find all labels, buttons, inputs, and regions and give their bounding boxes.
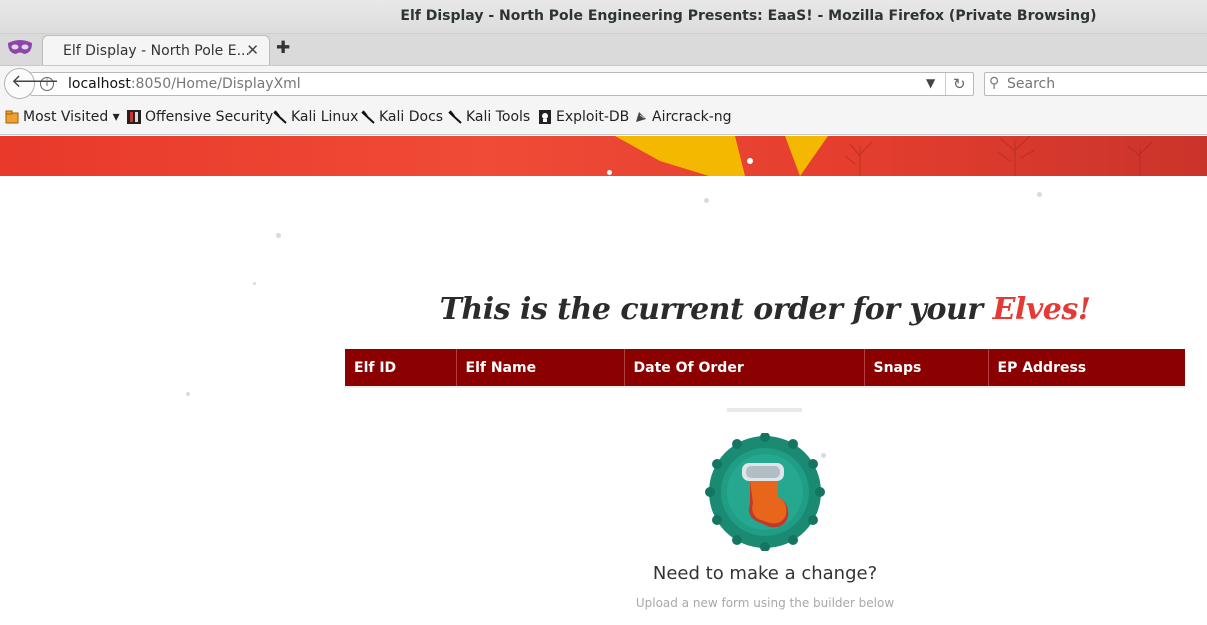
bookmark-exploit-db[interactable]: Exploit-DB	[538, 109, 629, 125]
stocking-wreath-icon	[705, 433, 825, 551]
kali-icon	[361, 110, 375, 124]
bookmark-label: Offensive Security	[145, 109, 274, 125]
reload-icon[interactable]: ↻	[953, 75, 966, 93]
search-input[interactable]	[1007, 76, 1207, 92]
bookmark-offensive-security[interactable]: Offensive Security	[127, 109, 273, 125]
change-subtext: Upload a new form using the builder belo…	[635, 596, 895, 610]
url-separator	[945, 73, 946, 95]
bookmark-label: Kali Tools	[466, 109, 531, 125]
kali-icon	[273, 110, 287, 124]
snowflake	[276, 233, 281, 238]
url-history-dropdown-icon[interactable]: ▼	[926, 76, 935, 90]
url-path: :8050/Home/DisplayXml	[130, 76, 301, 92]
bookmark-kali-docs[interactable]: Kali Docs	[361, 109, 443, 125]
url-text[interactable]: localhost:8050/Home/DisplayXml	[68, 76, 301, 92]
private-browsing-mask-icon	[8, 40, 32, 54]
heading-main: This is the current order for your	[439, 292, 993, 327]
bookmark-kali-linux[interactable]: Kali Linux	[273, 109, 358, 125]
bookmark-label: Exploit-DB	[556, 109, 630, 125]
tab-label: Elf Display - North Pole E...	[63, 43, 250, 59]
back-arrow-icon: 🡐	[11, 71, 60, 92]
most-visited-icon	[5, 110, 19, 124]
elf-order-table: Elf ID Elf Name Date Of Order Snaps EP A…	[345, 349, 1185, 386]
column-header-ep-address: EP Address	[988, 349, 1185, 386]
banner-artwork	[615, 136, 1153, 176]
bookmark-aircrack-ng[interactable]: Aircrack-ng	[634, 109, 732, 125]
snowflake	[186, 392, 190, 396]
snowflake	[704, 198, 709, 203]
close-tab-icon[interactable]: ✕	[246, 41, 259, 59]
aircrack-icon	[636, 112, 646, 122]
bookmark-label: Kali Docs	[379, 109, 444, 125]
column-header-elf-id: Elf ID	[345, 349, 457, 386]
window-titlebar: Elf Display - North Pole Engineering Pre…	[0, 0, 1207, 34]
bookmark-kali-tools[interactable]: Kali Tools	[448, 109, 530, 125]
tab-elf-display[interactable]: Elf Display - North Pole E... ✕	[42, 35, 270, 66]
bookmark-label: Most Visited ▾	[23, 109, 120, 125]
snowflake	[1037, 192, 1042, 197]
search-box[interactable]: ⚲	[984, 72, 1207, 96]
url-bar[interactable]: i localhost:8050/Home/DisplayXml ▼ ↻	[30, 72, 974, 96]
page-content: This is the current order for your Elves…	[0, 136, 1207, 625]
search-icon: ⚲	[989, 75, 1000, 91]
snowflake	[253, 282, 256, 285]
page-heading: This is the current order for your Elves…	[345, 292, 1185, 327]
back-button[interactable]: 🡐	[4, 68, 59, 99]
change-heading: Need to make a change?	[652, 563, 878, 584]
bookmark-label: Kali Linux	[291, 109, 359, 125]
bookmarks-toolbar: Most Visited ▾ Offensive Security Kali L…	[0, 101, 1207, 135]
heading-accent: Elves!	[992, 292, 1091, 327]
column-header-snaps: Snaps	[864, 349, 989, 386]
column-header-elf-name: Elf Name	[456, 349, 625, 386]
column-header-date-of-order: Date Of Order	[624, 349, 865, 386]
window-title: Elf Display - North Pole Engineering Pre…	[400, 8, 1097, 24]
section-divider	[727, 408, 802, 412]
table-bottom-rule	[345, 386, 1185, 388]
navigation-toolbar: i localhost:8050/Home/DisplayXml ▼ ↻ 🡐 ⚲	[0, 65, 1207, 101]
table-header-row: Elf ID Elf Name Date Of Order Snaps EP A…	[345, 349, 1185, 386]
new-tab-button[interactable]: ✚	[276, 38, 290, 58]
snowflake	[607, 170, 612, 175]
offsec-icon	[127, 110, 141, 124]
tab-strip: Elf Display - North Pole E... ✕ ✚	[0, 34, 1207, 66]
bookmark-most-visited[interactable]: Most Visited ▾	[5, 109, 120, 125]
url-host: localhost	[68, 76, 131, 92]
bookmark-label: Aircrack-ng	[652, 109, 732, 125]
kali-icon	[448, 110, 462, 124]
header-banner	[0, 136, 1207, 176]
exploit-db-icon	[539, 110, 551, 124]
